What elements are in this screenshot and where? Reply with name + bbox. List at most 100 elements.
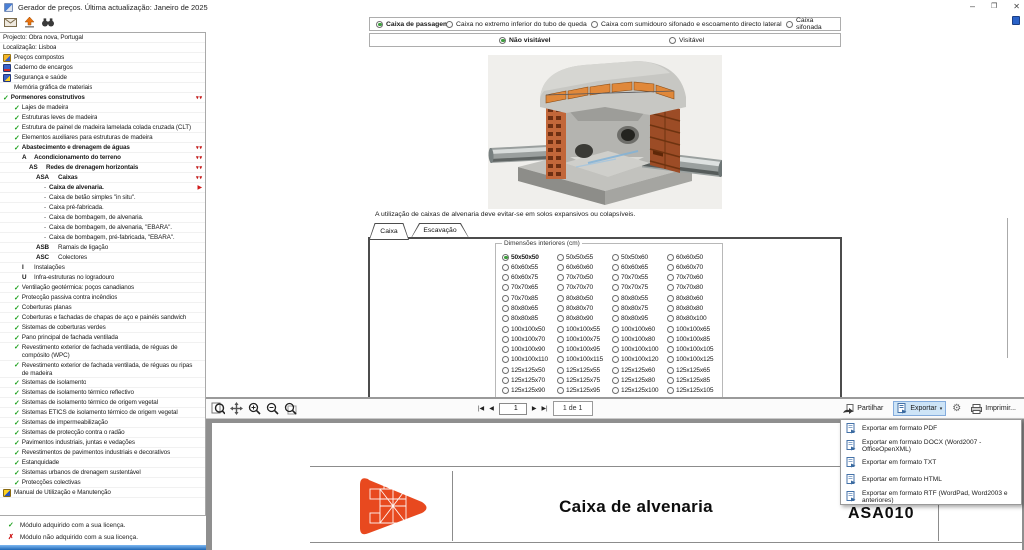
maximize-button[interactable]: ❐ xyxy=(991,0,997,13)
tree-item[interactable]: ✓Estruturas leves de madeira xyxy=(0,113,205,123)
zoom-out-icon[interactable] xyxy=(266,402,279,415)
settings-gear-icon[interactable]: ⚙ xyxy=(952,403,961,414)
tab-caixa[interactable]: Caixa xyxy=(369,223,409,240)
tree-item[interactable]: Manual de Utilização e Manutenção xyxy=(0,488,205,498)
tree-item[interactable]: ✓Sistemas de isolamento xyxy=(0,378,205,388)
tree-item[interactable]: -Caixa pré-fabricada. xyxy=(0,203,205,213)
tree-item[interactable]: ASCColectores xyxy=(0,253,205,263)
export-button[interactable]: Exportar ▾ xyxy=(893,401,946,416)
tree-item[interactable]: ✓Sistemas de impermeabilização xyxy=(0,418,205,428)
tree-item[interactable]: ✓Abastecimento e drenagem de águas▼▼ xyxy=(0,143,205,153)
tree-item[interactable]: ✓Lajes de madeira xyxy=(0,103,205,113)
tree-item[interactable]: ✓Revestimento exterior de fachada ventil… xyxy=(0,361,205,379)
binoculars-search-icon[interactable] xyxy=(42,18,54,27)
tree-item[interactable]: Segurança e saúde xyxy=(0,73,205,83)
pan-icon[interactable] xyxy=(230,402,243,415)
tree-item[interactable]: ✓Protecções colectivas xyxy=(0,478,205,488)
tab-escavacao[interactable]: Escavação xyxy=(411,223,469,238)
tree-item[interactable]: ✓Sistemas ETICS de isolamento térmico de… xyxy=(0,408,205,418)
box-type-option[interactable]: Caixa com sumidouro sifonado e escoament… xyxy=(591,18,782,30)
tree-item-label: Sistemas urbanos de drenagem sustentável xyxy=(22,469,141,476)
tree-item[interactable]: Caderno de encargos xyxy=(0,63,205,73)
upload-icon[interactable] xyxy=(24,17,35,28)
last-page-button[interactable]: ▶| xyxy=(541,405,547,412)
help-icon[interactable] xyxy=(1012,16,1020,25)
tree-item[interactable]: ✓Revestimento exterior de fachada ventil… xyxy=(0,343,205,361)
tree-item[interactable]: ✓Pano principal de fachada ventilada xyxy=(0,333,205,343)
radio-label: 70x70x50 xyxy=(566,274,593,281)
tree-item[interactable]: UInfra-estruturas no logradouro xyxy=(0,273,205,283)
tree-item[interactable]: ✓Sistemas de protecção contra o radão xyxy=(0,428,205,438)
tree-item[interactable]: ✓Sistemas urbanos de drenagem sustentáve… xyxy=(0,468,205,478)
scrollbar[interactable] xyxy=(1007,218,1008,358)
export-menu-item[interactable]: Exportar em formato PDF xyxy=(841,420,1021,437)
radio-icon xyxy=(612,284,619,291)
export-menu-item[interactable]: Exportar em formato TXT xyxy=(841,454,1021,471)
tree-item[interactable]: ✓Sistemas de isolamento térmico reflecti… xyxy=(0,388,205,398)
tree-item[interactable]: ASBRamais de ligação xyxy=(0,243,205,253)
tree-item[interactable]: ✓Protecção passiva contra incêndios xyxy=(0,293,205,303)
fit-page-icon[interactable] xyxy=(211,401,225,415)
export-menu-item-label: Exportar em formato PDF xyxy=(862,425,937,432)
check-icon: ✓ xyxy=(14,124,20,132)
tree-item[interactable]: ✓Elementos auxiliares para estruturas de… xyxy=(0,133,205,143)
tree-item[interactable]: ✓Pavimentos industriais, juntas e vedaçõ… xyxy=(0,438,205,448)
check-icon: ✓ xyxy=(14,134,20,142)
tree-item[interactable]: ASRedes de drenagem horizontais▼▼ xyxy=(0,163,205,173)
tree-item[interactable]: Memória gráfica de materiais xyxy=(0,83,205,93)
minimize-button[interactable]: – xyxy=(970,0,975,13)
box-type-option[interactable]: Caixa no extremo inferior do tubo de que… xyxy=(446,18,587,30)
tree-item[interactable]: ✓Pormenores construtivos▼▼ xyxy=(0,93,205,103)
mail-icon[interactable] xyxy=(4,18,17,27)
radio-icon xyxy=(667,356,674,363)
radio-label: 70x70x65 xyxy=(511,284,538,291)
share-button[interactable]: Partilhar xyxy=(839,402,887,416)
masonry-box-3d-image xyxy=(488,55,722,209)
box-type-option[interactable]: Caixa sifonada xyxy=(786,18,840,30)
tree-item[interactable]: -Caixa de bombagem, de alvenaria. xyxy=(0,213,205,223)
tree-item[interactable]: -Caixa de betão simples "in situ". xyxy=(0,193,205,203)
radio-icon xyxy=(612,295,619,302)
tree-item[interactable]: ✓Coberturas e fachadas de chapas de aço … xyxy=(0,313,205,323)
next-page-button[interactable]: ▶ xyxy=(532,405,537,412)
tree-item[interactable]: ASACaixas▼▼ xyxy=(0,173,205,183)
zoom-in-icon[interactable] xyxy=(248,402,261,415)
tree-item[interactable]: ✓Revestimentos de pavimentos industriais… xyxy=(0,448,205,458)
tree-item[interactable]: Localização: Lisboa xyxy=(0,43,205,53)
box-type-option[interactable]: Caixa de passagem xyxy=(376,18,449,30)
tree-item[interactable]: -Caixa de alvenaria.▶ xyxy=(0,183,205,193)
export-menu-item[interactable]: Exportar em formato DOCX (Word2007 - Off… xyxy=(841,437,1021,454)
radio-label: 125x125x60 xyxy=(621,367,655,374)
check-icon: ✓ xyxy=(14,389,20,397)
tree-item[interactable]: IInstalações xyxy=(0,263,205,273)
radio-icon xyxy=(557,326,564,333)
tree-item[interactable]: ✓Sistemas de isolamento térmico de orige… xyxy=(0,398,205,408)
tree-item[interactable]: -Caixa de bombagem, pré-fabricada, "EBAR… xyxy=(0,233,205,243)
export-menu-item[interactable]: Exportar em formato RTF (WordPad, Word20… xyxy=(841,488,1021,505)
tree-item[interactable]: ✓Sistemas de coberturas verdes xyxy=(0,323,205,333)
radio-label: 100x100x75 xyxy=(566,336,600,343)
manual-icon xyxy=(3,489,11,497)
close-button[interactable]: ✕ xyxy=(1013,0,1020,13)
tree-item-label: Memória gráfica de materiais xyxy=(14,84,92,91)
tree-item[interactable]: ✓Coberturas planas xyxy=(0,303,205,313)
radio-icon xyxy=(667,274,674,281)
tree-item[interactable]: Preços compostos xyxy=(0,53,205,63)
zoom-region-icon[interactable] xyxy=(284,402,298,415)
tree-item[interactable]: ✓Ventilação geotérmica: poços canadianos xyxy=(0,283,205,293)
visitability-option[interactable]: Não visitável xyxy=(499,34,551,46)
visitability-option[interactable]: Visitável xyxy=(669,34,704,46)
radio-label: 70x70x60 xyxy=(676,274,703,281)
export-menu-item[interactable]: Exportar em formato HTML xyxy=(841,471,1021,488)
first-page-button[interactable]: |◀ xyxy=(478,405,484,412)
page-number-input[interactable] xyxy=(499,403,527,415)
print-button[interactable]: Imprimir... xyxy=(967,402,1020,416)
tree-item[interactable]: AAcondicionamento do terreno▼▼ xyxy=(0,153,205,163)
prev-page-button[interactable]: ◀ xyxy=(489,405,494,412)
radio-icon xyxy=(667,367,674,374)
tree-item[interactable]: -Caixa de bombagem, de alvenaria, "EBARA… xyxy=(0,223,205,233)
tree-item[interactable]: Projecto: Obra nova, Portugal xyxy=(0,33,205,43)
tree-item[interactable]: ✓Estanquidade xyxy=(0,458,205,468)
legend-acquired: Módulo adquirido com a sua licença. xyxy=(20,522,126,529)
tree-item[interactable]: ✓Estrutura de painel de madeira lamelada… xyxy=(0,123,205,133)
